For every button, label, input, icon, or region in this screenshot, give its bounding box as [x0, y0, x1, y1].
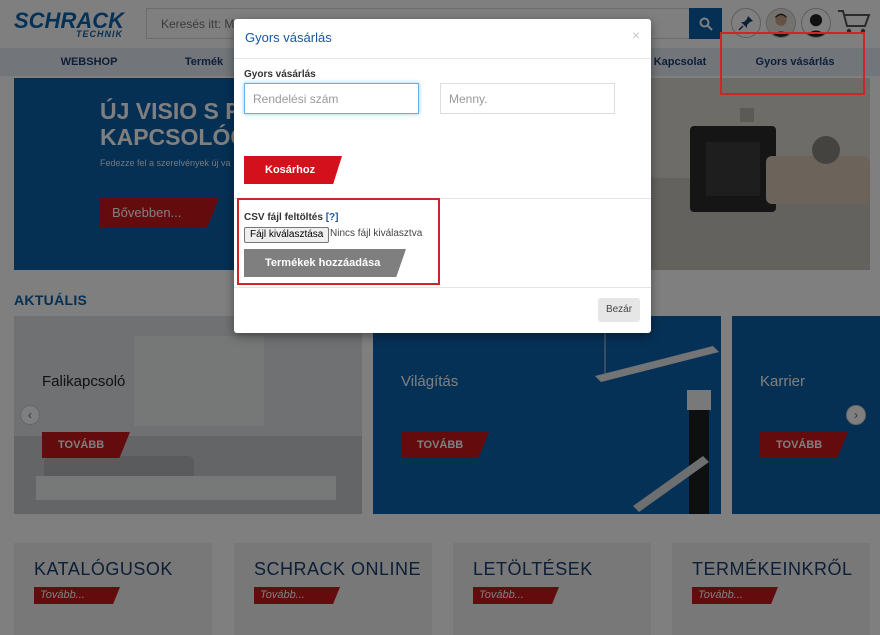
quick-buy-modal: Gyors vásárlás × Gyors vásárlás Rendelés…	[234, 19, 651, 333]
modal-title: Gyors vásárlás	[245, 30, 332, 45]
quantity-input[interactable]: Menny.	[440, 83, 615, 114]
add-to-cart-button[interactable]: Kosárhoz	[244, 156, 342, 184]
quick-buy-label: Gyors vásárlás	[244, 69, 316, 80]
close-button[interactable]: Bezár	[598, 298, 640, 322]
order-number-input[interactable]: Rendelési szám	[244, 83, 419, 114]
divider	[234, 287, 651, 288]
highlight-nav-gyors	[720, 32, 865, 95]
highlight-csv-section	[237, 198, 440, 285]
close-icon[interactable]: ×	[632, 27, 640, 43]
divider	[234, 58, 651, 59]
